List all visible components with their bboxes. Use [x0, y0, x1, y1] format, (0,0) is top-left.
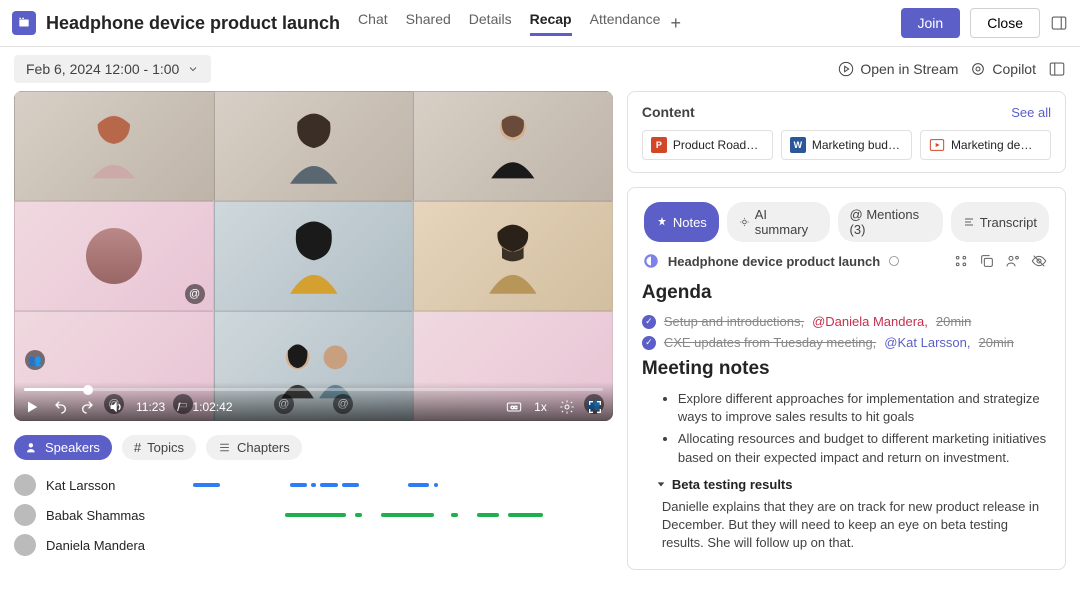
- agenda-item[interactable]: ✓CXE updates from Tuesday meeting, @Kat …: [642, 335, 1047, 350]
- see-all-link[interactable]: See all: [1011, 105, 1051, 120]
- video-tile: [413, 91, 613, 201]
- forward-10-icon[interactable]: [80, 399, 96, 415]
- close-button[interactable]: Close: [970, 8, 1040, 38]
- expand-icon[interactable]: [1048, 60, 1066, 78]
- speaker-timeline[interactable]: [176, 483, 613, 487]
- notes-tab-mentions[interactable]: @ Mentions (3): [838, 202, 943, 242]
- attachment-vid[interactable]: Marketing demo…: [920, 130, 1051, 160]
- notes-doc-title: Headphone device product launch: [668, 254, 880, 269]
- visibility-icon[interactable]: [1031, 253, 1047, 269]
- join-button[interactable]: Join: [901, 8, 961, 38]
- beta-section-toggle[interactable]: Beta testing results: [656, 477, 1047, 492]
- attachment-doc[interactable]: WMarketing budget…: [781, 130, 912, 160]
- view-topics-tab[interactable]: #Topics: [122, 435, 196, 460]
- date-time-picker[interactable]: Feb 6, 2024 12:00 - 1:00: [14, 55, 211, 83]
- grid-icon[interactable]: [953, 253, 969, 269]
- teams-app-icon: [12, 11, 36, 35]
- avatar: [14, 534, 36, 556]
- video-tile: @: [14, 201, 214, 311]
- fullscreen-icon[interactable]: [587, 399, 603, 415]
- speaker-name: Daniela Mandera: [46, 538, 166, 553]
- beta-paragraph: Danielle explains that they are on track…: [662, 498, 1047, 553]
- notes-tab-transcript[interactable]: Transcript: [951, 202, 1049, 242]
- share-people-icon[interactable]: [1005, 253, 1021, 269]
- scrubber[interactable]: [24, 388, 603, 391]
- volume-icon[interactable]: [108, 399, 124, 415]
- agenda-heading: Agenda: [642, 282, 1047, 304]
- note-bullet: Explore different approaches for impleme…: [678, 390, 1047, 426]
- playback-speed[interactable]: 1x: [534, 400, 547, 414]
- attachment-ppt[interactable]: PProduct Roadmap…: [642, 130, 773, 160]
- view-speakers-tab[interactable]: Speakers: [14, 435, 112, 460]
- tab-details[interactable]: Details: [469, 11, 512, 36]
- speaker-row[interactable]: Daniela Mandera: [14, 530, 613, 560]
- speaker-timeline[interactable]: [176, 543, 613, 547]
- view-chapters-tab[interactable]: Chapters: [206, 435, 302, 460]
- speaker-timeline[interactable]: [176, 513, 613, 517]
- info-icon[interactable]: [888, 255, 900, 267]
- mention[interactable]: @Kat Larsson,: [884, 335, 970, 350]
- speaker-row[interactable]: Kat Larsson: [14, 470, 613, 500]
- rewind-10-icon[interactable]: [52, 399, 68, 415]
- time-total: 1:02:42: [192, 400, 232, 414]
- open-in-stream-link[interactable]: Open in Stream: [838, 61, 958, 77]
- time-current: 11:23: [136, 400, 165, 414]
- meeting-notes-heading: Meeting notes: [642, 358, 1047, 380]
- tab-chat[interactable]: Chat: [358, 11, 388, 36]
- chevron-down-icon: [187, 63, 199, 75]
- play-icon[interactable]: [24, 399, 40, 415]
- notes-tab-ai[interactable]: AI summary: [727, 202, 830, 242]
- tab-attendance[interactable]: Attendance: [590, 11, 661, 36]
- copilot-link[interactable]: Copilot: [970, 61, 1036, 77]
- speaker-row[interactable]: Babak Shammas: [14, 500, 613, 530]
- cc-icon[interactable]: CC: [506, 399, 522, 415]
- tab-shared[interactable]: Shared: [406, 11, 451, 36]
- video-tile: [413, 201, 613, 311]
- speaker-name: Babak Shammas: [46, 508, 166, 523]
- loop-icon: [642, 252, 660, 270]
- mention[interactable]: @Daniela Mandera,: [812, 314, 928, 329]
- settings-icon[interactable]: [559, 399, 575, 415]
- tab-add[interactable]: +: [670, 13, 681, 34]
- content-card: Content See all PProduct Roadmap… WMarket…: [627, 91, 1066, 173]
- avatar: [14, 504, 36, 526]
- tab-recap[interactable]: Recap: [530, 11, 572, 36]
- copy-icon[interactable]: [979, 253, 995, 269]
- meeting-title: Headphone device product launch: [46, 13, 340, 34]
- agenda-item[interactable]: ✓Setup and introductions, @Daniela Mande…: [642, 314, 1047, 329]
- avatar: [14, 474, 36, 496]
- note-bullet: Allocating resources and budget to diffe…: [678, 430, 1047, 466]
- copilot-icon: [970, 61, 986, 77]
- caret-down-icon: [656, 479, 666, 489]
- check-icon[interactable]: ✓: [642, 336, 656, 350]
- stream-icon: [838, 61, 854, 77]
- recording-video[interactable]: @ 👥 @ ▭ @@ 👥 11:23 / 1:02:42: [14, 91, 613, 421]
- notes-tab-notes[interactable]: Notes: [644, 202, 719, 242]
- participants-icon[interactable]: 👥: [25, 350, 45, 370]
- panel-toggle-icon[interactable]: [1050, 14, 1068, 32]
- content-title: Content: [642, 104, 695, 120]
- check-icon[interactable]: ✓: [642, 315, 656, 329]
- notes-card: Notes AI summary @ Mentions (3) Transcri…: [627, 187, 1066, 570]
- date-time-label: Feb 6, 2024 12:00 - 1:00: [26, 61, 179, 77]
- video-tile: [214, 201, 414, 311]
- speaker-name: Kat Larsson: [46, 478, 166, 493]
- video-tile: [14, 91, 214, 201]
- svg-text:CC: CC: [511, 405, 518, 410]
- video-tile: [214, 91, 414, 201]
